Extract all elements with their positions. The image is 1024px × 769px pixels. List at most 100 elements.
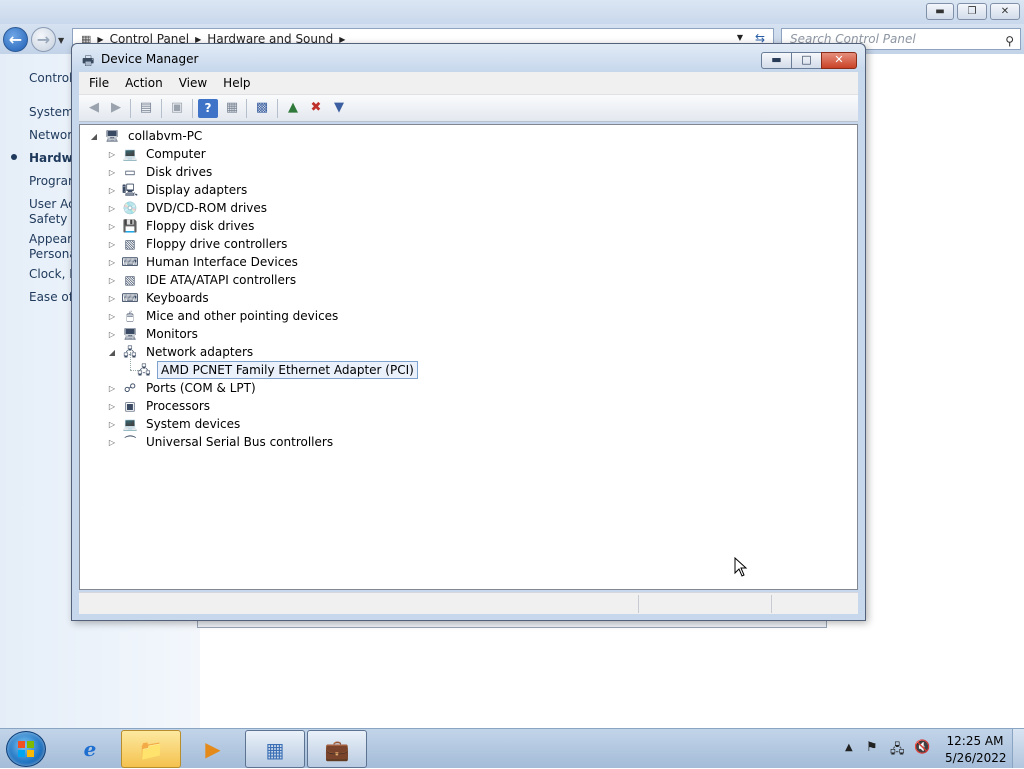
menu-file[interactable]: File xyxy=(89,76,117,90)
tree-item-ide-controllers[interactable]: ▷ ▧ IDE ATA/ATAPI controllers xyxy=(106,271,299,289)
expand-icon[interactable]: ▷ xyxy=(106,420,118,429)
close-button[interactable]: ✕ xyxy=(821,52,857,69)
scan-hardware-icon[interactable]: ▩ xyxy=(252,99,272,118)
menu-view[interactable]: View xyxy=(179,76,215,90)
internet-explorer-icon[interactable]: e xyxy=(60,730,120,768)
help-icon[interactable]: ? xyxy=(198,99,218,118)
tree-item-keyboards[interactable]: ▷ ⌨ Keyboards xyxy=(106,289,212,307)
minimize-button[interactable]: ▬ xyxy=(926,3,954,20)
expand-icon[interactable]: ▷ xyxy=(106,384,118,393)
tree-root[interactable]: ◢ 🖥 collabvm-PC xyxy=(88,127,205,145)
tree-item-label: Network adapters xyxy=(146,345,254,359)
tree-item-label: Computer xyxy=(146,147,206,161)
windows-explorer-icon[interactable]: 📁 xyxy=(121,730,181,768)
menu-action[interactable]: Action xyxy=(125,76,171,90)
action-pane-icon[interactable]: ▦ xyxy=(222,99,242,118)
sidebar-item-personalization[interactable]: Persona xyxy=(29,247,77,262)
device-manager-icon: 🖶 xyxy=(82,54,95,69)
expand-icon[interactable]: ▷ xyxy=(106,258,118,267)
sidebar-item-clock[interactable]: Clock, L xyxy=(29,267,76,282)
tree-item-usb-controllers[interactable]: ▷ ⏜ Universal Serial Bus controllers xyxy=(106,433,336,451)
control-panel-titlebar: ▬ ❐ ✕ xyxy=(0,0,1024,24)
tree-item-label: AMD PCNET Family Ethernet Adapter (PCI) xyxy=(157,361,418,379)
start-button[interactable] xyxy=(6,731,46,767)
tree-item-floppy-disk-drives[interactable]: ▷ 💾 Floppy disk drives xyxy=(106,217,257,235)
tree-root-label: collabvm-PC xyxy=(128,129,203,143)
expand-icon[interactable]: ▷ xyxy=(106,240,118,249)
sidebar-item-user-accounts[interactable]: User Ac xyxy=(29,197,75,212)
forward-button[interactable]: → xyxy=(31,27,56,52)
monitor-icon: 🖥 xyxy=(122,327,138,341)
forward-icon[interactable]: ▶ xyxy=(106,99,126,118)
search-icon[interactable]: ⚲ xyxy=(1005,31,1014,51)
tree-item-label: Disk drives xyxy=(146,165,213,179)
volume-muted-icon[interactable]: 🔇 xyxy=(914,740,930,755)
tree-item-monitors[interactable]: ▷ 🖥 Monitors xyxy=(106,325,201,343)
device-tree[interactable]: ◢ 🖥 collabvm-PC ▷ 💻 Computer ▷ ▭ Disk dr… xyxy=(79,124,858,590)
close-button[interactable]: ✕ xyxy=(990,3,1020,20)
toolbar: ◀ ▶ ▤ ▣ ? ▦ ▩ ▲ ✖ ▼ xyxy=(79,95,858,122)
back-icon[interactable]: ◀ xyxy=(84,99,104,118)
properties-icon[interactable]: ▣ xyxy=(167,99,187,118)
sidebar-item-system[interactable]: System xyxy=(29,105,74,120)
expand-icon[interactable]: ▷ xyxy=(106,330,118,339)
expand-icon[interactable]: ▷ xyxy=(106,168,118,177)
tree-item-network-adapters[interactable]: ◢ 🖧 Network adapters xyxy=(106,343,256,361)
flag-icon[interactable]: ⚑ xyxy=(866,740,878,755)
media-player-icon[interactable]: ▶ xyxy=(183,730,243,768)
disable-icon[interactable]: ▼ xyxy=(329,99,349,118)
expand-icon[interactable]: ▷ xyxy=(106,312,118,321)
tree-item-ports[interactable]: ▷ ☍ Ports (COM & LPT) xyxy=(106,379,259,397)
tree-item-mice[interactable]: ▷ 🖱 Mice and other pointing devices xyxy=(106,307,341,325)
dvd-drive-icon: 💿 xyxy=(122,201,138,215)
expand-icon[interactable]: ▷ xyxy=(106,276,118,285)
collapse-icon[interactable]: ◢ xyxy=(106,348,118,357)
update-driver-icon[interactable]: ▲ xyxy=(283,99,303,118)
minimize-button[interactable]: ▬ xyxy=(761,52,792,69)
device-manager-titlebar[interactable]: 🖶 Device Manager ▬ □ ✕ xyxy=(72,44,865,72)
processor-icon: ▣ xyxy=(124,399,136,413)
toolbar-separator xyxy=(246,99,247,118)
maximize-button[interactable]: □ xyxy=(791,52,822,69)
uninstall-icon[interactable]: ✖ xyxy=(306,99,326,118)
clock-date[interactable]: 5/26/2022 xyxy=(945,751,1007,765)
toolbar-separator xyxy=(161,99,162,118)
hid-icon: ⌨ xyxy=(121,255,139,269)
computer-icon: 🖥 xyxy=(104,129,120,143)
expand-icon[interactable]: ▷ xyxy=(106,204,118,213)
control-panel-icon[interactable]: ▦ xyxy=(245,730,305,768)
expand-icon[interactable]: ▷ xyxy=(106,150,118,159)
expand-icon[interactable]: ▷ xyxy=(106,294,118,303)
expand-icon[interactable]: ▷ xyxy=(106,438,118,447)
expand-icon[interactable]: ▷ xyxy=(106,402,118,411)
menu-help[interactable]: Help xyxy=(223,76,258,90)
show-hide-console-tree-icon[interactable]: ▤ xyxy=(136,99,156,118)
computer-icon: 💻 xyxy=(122,147,138,161)
collapse-icon[interactable]: ◢ xyxy=(88,132,100,141)
tree-item-dvd-drives[interactable]: ▷ 💿 DVD/CD-ROM drives xyxy=(106,199,270,217)
recent-pages-dropdown[interactable]: ▼ xyxy=(58,36,64,45)
expand-icon[interactable]: ▷ xyxy=(106,222,118,231)
tree-item-computer[interactable]: ▷ 💻 Computer xyxy=(106,145,209,163)
tree-item-label: Human Interface Devices xyxy=(146,255,298,269)
sidebar-item-safety[interactable]: Safety xyxy=(29,212,67,227)
content-panel-edge xyxy=(197,620,827,628)
tree-item-processors[interactable]: ▷ ▣ Processors xyxy=(106,397,213,415)
network-icon[interactable]: 🖧 xyxy=(890,740,905,762)
address-dropdown-icon[interactable]: ▼ xyxy=(737,33,743,42)
expand-icon[interactable]: ▷ xyxy=(106,186,118,195)
show-desktop-button[interactable] xyxy=(1012,729,1024,768)
device-manager-icon[interactable]: 💼 xyxy=(307,730,367,768)
show-hidden-icons-icon[interactable]: ▲ xyxy=(845,742,853,753)
disk-drive-icon: ▭ xyxy=(124,165,136,179)
tree-item-human-interface-devices[interactable]: ▷ ⌨ Human Interface Devices xyxy=(106,253,301,271)
restore-button[interactable]: ❐ xyxy=(957,3,987,20)
control-panel-home-link[interactable]: Control xyxy=(29,71,72,86)
back-button[interactable]: ← xyxy=(3,27,28,52)
tree-item-system-devices[interactable]: ▷ 💻 System devices xyxy=(106,415,243,433)
tree-item-floppy-drive-controllers[interactable]: ▷ ▧ Floppy drive controllers xyxy=(106,235,290,253)
tree-item-ethernet-adapter[interactable]: 🖧 AMD PCNET Family Ethernet Adapter (PCI… xyxy=(132,361,418,379)
tree-item-display-adapters[interactable]: ▷ 🖳 Display adapters xyxy=(106,181,250,199)
clock-time[interactable]: 12:25 AM xyxy=(945,734,1005,748)
tree-item-disk-drives[interactable]: ▷ ▭ Disk drives xyxy=(106,163,215,181)
